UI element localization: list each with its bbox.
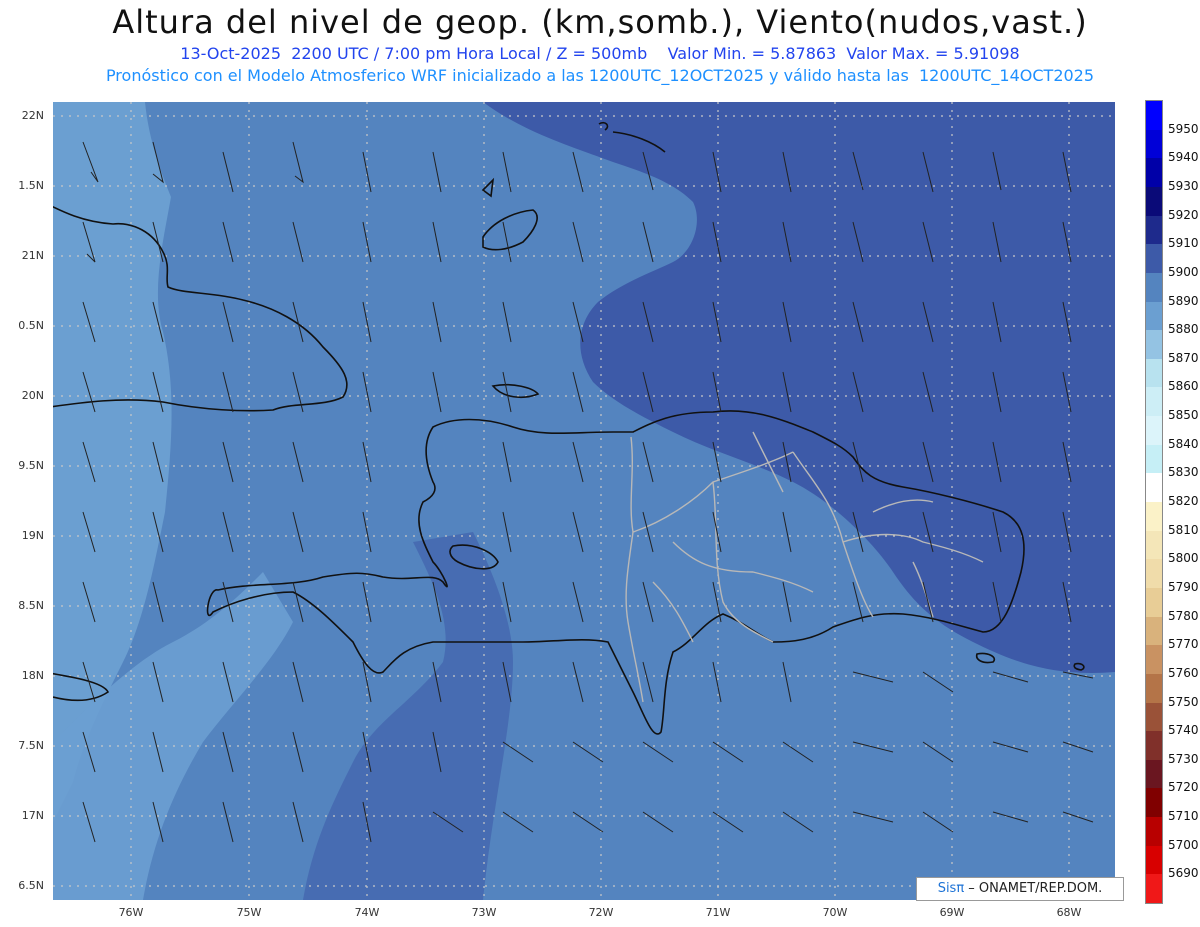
colorbar-label: 5750 — [1168, 694, 1199, 709]
colorbar-segment — [1146, 645, 1162, 675]
colorbar-label: 5800 — [1168, 551, 1199, 566]
lon-label: 74W — [354, 906, 380, 919]
colorbar-label: 5890 — [1168, 293, 1199, 308]
colorbar-segment — [1146, 616, 1162, 646]
colorbar-label: 5700 — [1168, 837, 1199, 852]
colorbar-label: 5770 — [1168, 637, 1199, 652]
colorbar-label: 5780 — [1168, 608, 1199, 623]
lon-label: 72W — [588, 906, 614, 919]
lat-label: 9.5N — [18, 459, 44, 472]
colorbar-segment — [1146, 731, 1162, 761]
colorbar-segment — [1146, 272, 1162, 302]
colorbar-segment — [1146, 101, 1162, 131]
colorbar-segment — [1146, 702, 1162, 732]
lon-label: 70W — [822, 906, 848, 919]
map-canvas — [53, 102, 1115, 900]
model-info-line: Pronóstico con el Modelo Atmosferico WRF… — [105, 66, 1095, 85]
colorbar-segment — [1146, 301, 1162, 331]
colorbar-label: 5900 — [1168, 264, 1199, 279]
colorbar-segment — [1146, 673, 1162, 703]
lat-label: 7.5N — [18, 739, 44, 752]
lon-label: 75W — [236, 906, 262, 919]
colorbar-segment — [1146, 244, 1162, 274]
colorbar-label: 5760 — [1168, 665, 1199, 680]
colorbar-label: 5930 — [1168, 178, 1199, 193]
lon-label: 73W — [471, 906, 497, 919]
lat-label: 8.5N — [18, 599, 44, 612]
colorbar-label: 5940 — [1168, 150, 1199, 165]
colorbar-segment — [1146, 502, 1162, 532]
colorbar-segment — [1146, 587, 1162, 618]
colorbar-label: 5810 — [1168, 522, 1199, 537]
onamet-logo: Sisπ – ONAMET/REP.DOM. — [916, 877, 1124, 901]
colorbar-segment — [1146, 215, 1162, 245]
lon-label: 68W — [1056, 906, 1082, 919]
lat-label: 20N — [21, 389, 44, 402]
lon-label: 71W — [705, 906, 731, 919]
lat-label: 19N — [21, 529, 44, 542]
colorbar-label: 5690 — [1168, 866, 1199, 881]
colorbar-segment — [1146, 845, 1162, 875]
colorbar-label: 5850 — [1168, 408, 1199, 423]
colorbar-label: 5860 — [1168, 379, 1199, 394]
lat-label: 1.5N — [18, 179, 44, 192]
lat-label: 17N — [21, 809, 44, 822]
colorbar-label: 5740 — [1168, 723, 1199, 738]
colorbar-segment — [1146, 874, 1162, 904]
colorbar-label: 5710 — [1168, 809, 1199, 824]
colorbar-segment — [1146, 559, 1162, 589]
colorbar-label: 5820 — [1168, 494, 1199, 508]
colorbar-label: 5950 — [1168, 121, 1199, 136]
colorbar-segment — [1146, 186, 1162, 217]
colorbar-label: 5840 — [1168, 436, 1199, 451]
lon-label: 69W — [939, 906, 965, 919]
lat-label: 0.5N — [18, 319, 44, 332]
lat-label: 18N — [21, 669, 44, 682]
colorbar-label: 5830 — [1168, 465, 1199, 480]
colorbar-segment — [1146, 530, 1162, 560]
colorbar-label: 5720 — [1168, 780, 1199, 795]
colorbar-label: 5920 — [1168, 207, 1199, 222]
colorbar-label: 5790 — [1168, 579, 1199, 594]
colorbar-segment — [1146, 788, 1162, 818]
lat-label: 21N — [21, 249, 44, 262]
lat-label: 6.5N — [18, 879, 44, 892]
lat-label: 22N — [21, 109, 44, 122]
map-title: Altura del nivel de geop. (km,somb.), Vi… — [112, 3, 1088, 41]
colorbar-segment — [1146, 129, 1162, 159]
colorbar-segment — [1146, 330, 1162, 360]
colorbar-segment — [1146, 158, 1162, 188]
colorbar-segment — [1146, 817, 1162, 847]
forecast-info-line: 13-Oct-2025 2200 UTC / 7:00 pm Hora Loca… — [180, 44, 1020, 63]
colorbar-label: 5870 — [1168, 350, 1199, 365]
colorbar-label: 5730 — [1168, 751, 1199, 766]
colorbar — [1145, 100, 1163, 904]
colorbar-segment — [1146, 759, 1162, 789]
colorbar-segment — [1146, 416, 1162, 446]
colorbar-segment — [1146, 473, 1162, 503]
colorbar-segment — [1146, 444, 1162, 474]
logo-brand: Sisπ — [937, 881, 965, 896]
logo-text: – ONAMET/REP.DOM. — [964, 881, 1103, 896]
colorbar-label: 5910 — [1168, 236, 1199, 251]
lon-label: 76W — [118, 906, 144, 919]
colorbar-label: 5880 — [1168, 322, 1199, 337]
colorbar-segment — [1146, 387, 1162, 417]
colorbar-segment — [1146, 358, 1162, 388]
